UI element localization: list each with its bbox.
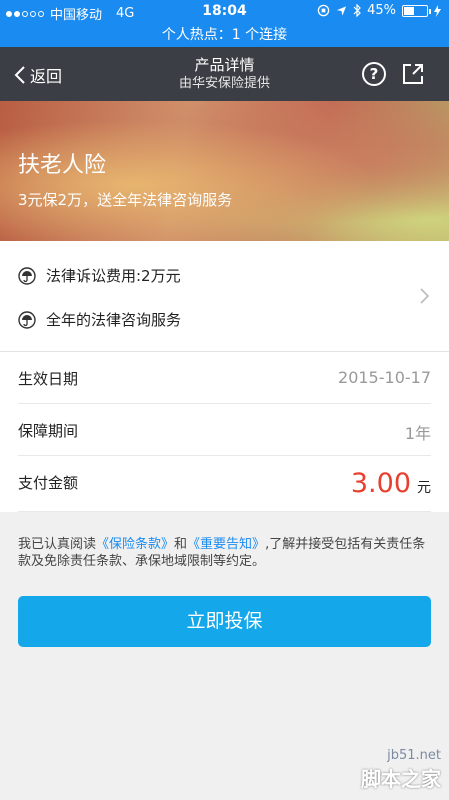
watermark-domain: jb51.net	[387, 748, 441, 763]
battery-percent: 45%	[367, 3, 396, 18]
payment-amount: 3.00 元	[351, 468, 431, 499]
agreement-and: 和	[174, 537, 188, 552]
status-area: 中国移动 4G 18:04 45% 个人热点：1 个连接	[0, 0, 449, 47]
agreement-text: 我已认真阅读《保险条款》和《重要告知》,了解并接受包括有关责任条款及免除责任条款…	[18, 536, 432, 570]
important-notice-link[interactable]: 《重要告知》	[187, 537, 265, 552]
payment-amount-value: 3.00	[350, 468, 411, 499]
status-right: 45%	[317, 3, 441, 18]
question-circle-icon[interactable]: ?	[362, 62, 386, 86]
coverage-period-label: 保障期间	[18, 422, 79, 440]
payment-amount-row: 支付金额 3.00 元	[18, 456, 431, 512]
umbrella-icon	[18, 266, 36, 285]
effective-date-label: 生效日期	[18, 370, 79, 388]
charging-icon	[434, 4, 441, 17]
battery-icon	[402, 4, 431, 17]
bluetooth-icon	[353, 4, 361, 17]
effective-date-row: 生效日期 2015-10-17	[18, 352, 431, 404]
personal-hotspot-banner[interactable]: 个人热点：1 个连接	[0, 24, 449, 47]
product-subtitle: 3元保2万，送全年法律咨询服务	[18, 191, 233, 209]
payment-amount-label: 支付金额	[18, 474, 79, 492]
feature-item: 全年的法律咨询服务	[18, 309, 181, 330]
feature-item: 法律诉讼费用:2万元	[18, 265, 181, 286]
coverage-period-value: 1年	[404, 424, 431, 443]
chevron-right-icon	[420, 288, 430, 304]
watermark-name: 脚本之家	[361, 767, 441, 791]
umbrella-icon	[18, 310, 36, 329]
coverage-period-row: 保障期间 1年	[18, 404, 431, 456]
share-icon[interactable]	[401, 62, 425, 86]
feature-label: 全年的法律咨询服务	[46, 311, 182, 329]
status-bar: 中国移动 4G 18:04 45%	[0, 0, 449, 24]
agreement-prefix: 我已认真阅读	[18, 537, 97, 552]
coverage-features[interactable]: 法律诉讼费用:2万元 全年的法律咨询服务	[0, 241, 449, 352]
buy-now-button[interactable]: 立即投保	[18, 596, 431, 647]
bottom-section: 我已认真阅读《保险条款》和《重要告知》,了解并接受包括有关责任条款及免除责任条款…	[0, 512, 449, 800]
watermark: jb51.net 脚本之家	[361, 748, 441, 792]
location-icon	[337, 5, 347, 16]
product-banner: 扶老人险 3元保2万，送全年法律咨询服务	[0, 101, 449, 241]
navbar: 返回 产品详情 由华安保险提供 ?	[0, 47, 449, 101]
payment-unit: 元	[417, 480, 431, 496]
effective-date-value: 2015-10-17	[338, 368, 431, 387]
product-title: 扶老人险	[18, 153, 107, 178]
insurance-terms-link[interactable]: 《保险条款》	[96, 537, 174, 552]
feature-label: 法律诉讼费用:2万元	[46, 267, 181, 285]
rotation-lock-icon	[317, 4, 330, 17]
